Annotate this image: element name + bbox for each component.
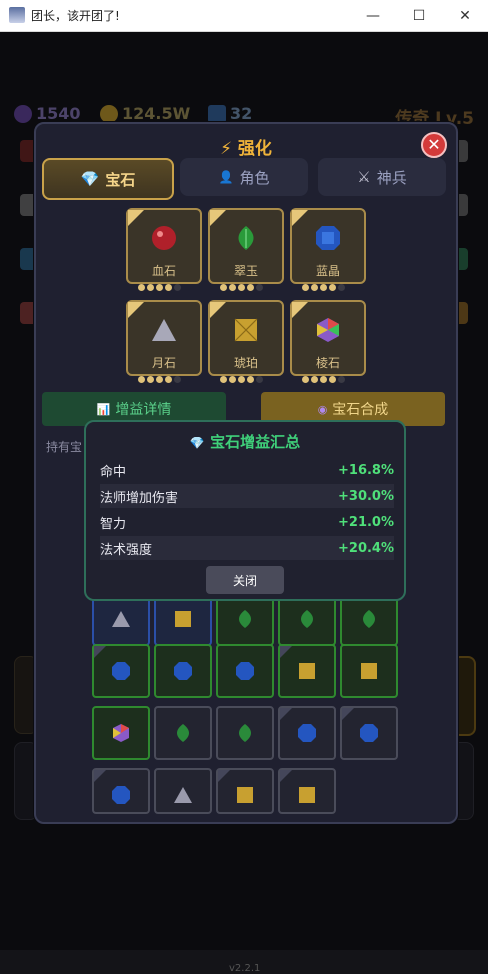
maximize-button[interactable]: ☐ [396,0,442,31]
tab-character[interactable]: 👤 角色 [180,158,308,196]
combine-icon: ◉ [317,402,328,416]
inventory-cell[interactable] [154,768,212,814]
gem-level-dots [138,284,181,292]
minimize-button[interactable]: — [350,0,396,31]
window-titlebar: 团长，该开团了! — ☐ ✕ [0,0,488,32]
panel-title: ⚡ 强化 [220,139,272,159]
gain-summary-modal: 💎 宝石增益汇总 命中 +16.8% 法师增加伤害 +30.0% 智力 +21.… [84,420,406,601]
stat-value: +16.8% [338,462,394,478]
inventory-cell[interactable] [340,706,398,760]
blue-gem-icon [360,724,378,742]
stat-value: +21.0% [338,514,394,530]
inventory-cell[interactable] [154,644,212,698]
amber-gem-icon [234,318,258,342]
gem-slot-sapphire[interactable]: 蓝晶 [290,208,366,284]
blue-gem-icon [298,724,316,742]
leaf-gem-icon [363,610,375,628]
app-icon [9,7,25,23]
tab-gem[interactable]: 💎 宝石 [42,158,174,200]
blue-gem-icon [174,662,192,680]
close-icon[interactable]: ✕ [421,132,447,158]
leaf-gem-icon [301,610,313,628]
stat-row: 智力 +21.0% [100,510,394,534]
inventory-cell[interactable] [92,706,150,760]
stat-name: 法师增加伤害 [100,490,179,506]
gem-icon: 💎 [80,170,100,188]
leaf-gem-icon [239,724,251,742]
gem-slot-amber[interactable]: 琥珀 [208,300,284,376]
inventory-cell[interactable] [216,706,274,760]
blue-gem-icon [316,226,340,250]
close-window-button[interactable]: ✕ [442,0,488,31]
triangle-gem-icon [174,787,192,803]
tab-label: 宝石 [105,170,136,189]
gem-combine-label: 宝石合成 [332,402,389,418]
gem-name: 琥珀 [233,356,258,370]
leaf-gem-icon [177,724,189,742]
blue-gem-icon [112,662,130,680]
gem-name: 血石 [151,264,176,278]
stat-row: 法师增加伤害 +30.0% [100,484,394,508]
stat-name: 智力 [100,516,127,532]
gem-level-dots [302,376,345,384]
leaf-gem-icon [238,226,254,250]
inventory-cell[interactable] [92,644,150,698]
inventory-cell[interactable] [216,644,274,698]
inventory-cell[interactable] [278,706,336,760]
blood-stone-icon [152,226,176,250]
inventory-cell[interactable] [154,706,212,760]
amber-gem-icon [299,663,315,679]
stat-name: 命中 [100,464,127,480]
gem-icon: 💎 [189,436,205,450]
gem-name: 棱石 [315,356,340,370]
gem-name: 月石 [151,356,176,370]
gem-slot-blood[interactable]: 血石 [126,208,202,284]
inventory-label: 持有宝 [46,440,83,454]
prism-gem-icon [113,724,129,742]
tab-label: 神兵 [376,168,407,187]
amber-gem-icon [299,787,315,803]
inventory-cell[interactable] [278,644,336,698]
gem-name: 翠玉 [233,264,258,278]
tab-label: 角色 [239,168,270,187]
stat-row: 法术强度 +20.4% [100,536,394,560]
triangle-gem-icon [152,319,176,341]
inventory-cell[interactable] [216,768,274,814]
inventory-cell[interactable] [92,768,150,814]
version-label: v2.2.1 [229,963,261,974]
inventory-cell[interactable] [340,644,398,698]
blue-gem-icon [112,786,130,804]
gem-level-dots [220,284,263,292]
gem-level-dots [220,376,263,384]
gem-slot-moonstone[interactable]: 月石 [126,300,202,376]
swords-icon: ⚔ [357,168,371,186]
stat-value: +20.4% [338,540,394,556]
stat-value: +30.0% [338,488,394,504]
modal-title: 💎 宝石增益汇总 [86,431,404,452]
tab-weapon[interactable]: ⚔ 神兵 [318,158,446,196]
gem-slot-prism[interactable]: 棱石 [290,300,366,376]
gain-details-label: 增益详情 [115,402,172,418]
modal-close-button[interactable]: 关闭 [206,566,284,594]
gem-level-dots [138,376,181,384]
stat-name: 法术强度 [100,542,153,558]
chart-icon: 📊 [96,402,111,416]
gem-slot-jade[interactable]: 翠玉 [208,208,284,284]
blue-gem-icon [236,662,254,680]
tab-bar: 💎 宝石 👤 角色 ⚔ 神兵 [42,158,450,200]
gem-level-dots [302,284,345,292]
person-icon: 👤 [218,170,234,184]
amber-gem-icon [237,787,253,803]
modal-title-text: 宝石增益汇总 [210,433,301,451]
prism-gem-icon [317,318,339,342]
window-title: 团长，该开团了! [31,9,120,23]
stat-row: 命中 +16.8% [100,458,394,482]
amber-gem-icon [175,611,191,627]
inventory-cell[interactable] [278,768,336,814]
leaf-gem-icon [239,610,251,628]
gem-name: 蓝晶 [315,264,340,278]
triangle-gem-icon [112,611,130,627]
amber-gem-icon [361,663,377,679]
